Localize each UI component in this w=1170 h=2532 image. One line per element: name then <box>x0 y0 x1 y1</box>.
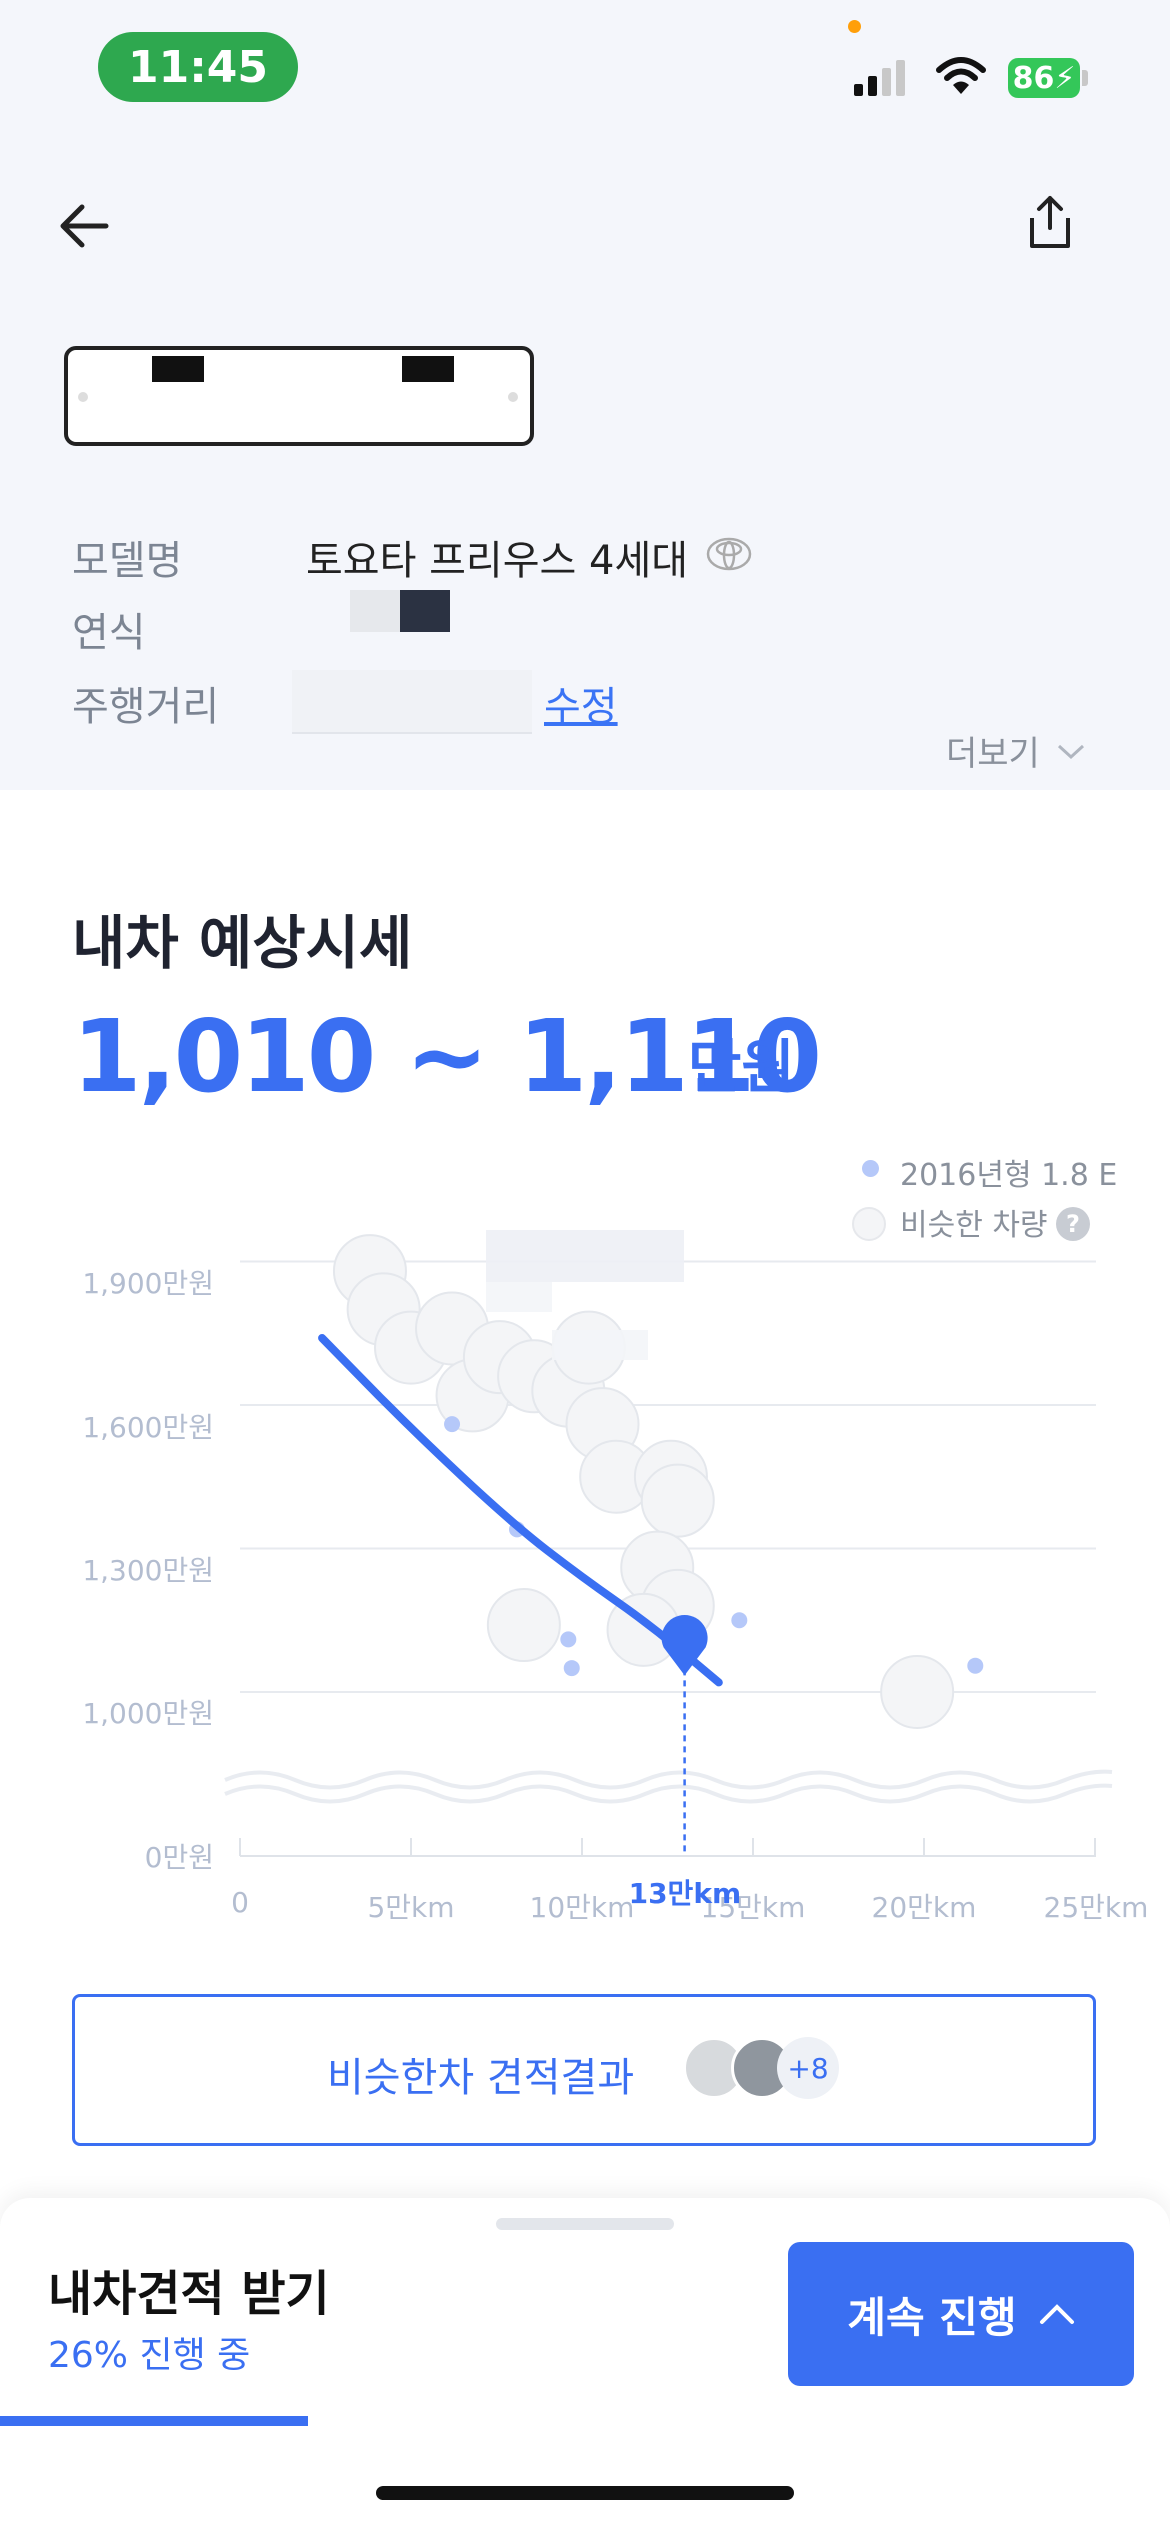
recording-indicator <box>848 20 861 33</box>
year-label: 연식 <box>72 610 146 656</box>
edit-mileage-link[interactable]: 수정 <box>544 674 618 732</box>
home-indicator <box>376 2486 794 2500</box>
similar-car-point <box>880 1655 955 1729</box>
year-redaction <box>350 590 400 632</box>
license-plate <box>64 346 534 446</box>
similar-car-point <box>640 1463 715 1538</box>
wifi-icon <box>936 57 986 94</box>
price-chart <box>224 1230 1113 1857</box>
model-car-point <box>563 1660 580 1677</box>
plate-bolt <box>78 392 88 402</box>
similar-car-point <box>486 1588 561 1663</box>
signal-icon <box>854 60 905 96</box>
continue-button[interactable]: 계속 진행 <box>788 2242 1134 2386</box>
chart-redaction <box>552 1330 648 1360</box>
battery-level: 86 <box>1012 60 1055 96</box>
model-car-point <box>560 1631 577 1648</box>
toyota-logo-icon <box>706 537 752 571</box>
chart-redaction <box>486 1230 684 1282</box>
model-value: 토요타 프리우스 4세대 <box>306 538 689 584</box>
plate-redaction <box>152 356 204 382</box>
more-label: 더보기 <box>946 734 1040 774</box>
plate-redaction <box>402 356 454 382</box>
year-redaction <box>400 590 450 632</box>
more-cars-count: +8 <box>777 2037 839 2099</box>
axis-break-line <box>224 1769 1113 1790</box>
model-car-point <box>444 1416 461 1433</box>
chevron-up-icon <box>1039 2304 1074 2324</box>
chevron-down-icon <box>1057 744 1084 759</box>
sheet-title: 내차견적 받기 <box>48 2266 330 2322</box>
chart-redaction <box>486 1282 552 1312</box>
axis-break-line <box>224 1783 1113 1804</box>
more-button[interactable]: 더보기 <box>946 726 1086 775</box>
battery-icon: 86 ⚡ <box>1008 58 1080 98</box>
marker-label: 13만km <box>628 1877 742 1910</box>
similar-cars-label: 비슷한차 견적결과 <box>327 2055 635 2101</box>
back-arrow-icon[interactable] <box>56 196 116 256</box>
similar-cars-button[interactable]: 비슷한차 견적결과 +8 <box>72 1994 1096 2146</box>
mileage-label: 주행거리 <box>72 684 220 730</box>
model-car-point <box>967 1657 984 1674</box>
model-label: 모델명 <box>72 538 183 584</box>
model-car-point <box>731 1612 748 1629</box>
estimate-unit: 만원 <box>688 1033 795 1101</box>
sheet-handle[interactable] <box>496 2218 674 2230</box>
battery-tip <box>1082 70 1088 86</box>
progress-bar <box>0 2416 308 2426</box>
estimate-title: 내차 예상시세 <box>72 909 413 977</box>
legend-dot-model <box>862 1160 879 1177</box>
mileage-input[interactable] <box>292 670 532 734</box>
share-icon[interactable] <box>1020 192 1080 252</box>
status-time: 11:45 <box>98 32 298 102</box>
continue-label: 계속 진행 <box>847 2292 1017 2342</box>
plate-bolt <box>508 392 518 402</box>
progress-text: 26% 진행 중 <box>48 2335 251 2376</box>
